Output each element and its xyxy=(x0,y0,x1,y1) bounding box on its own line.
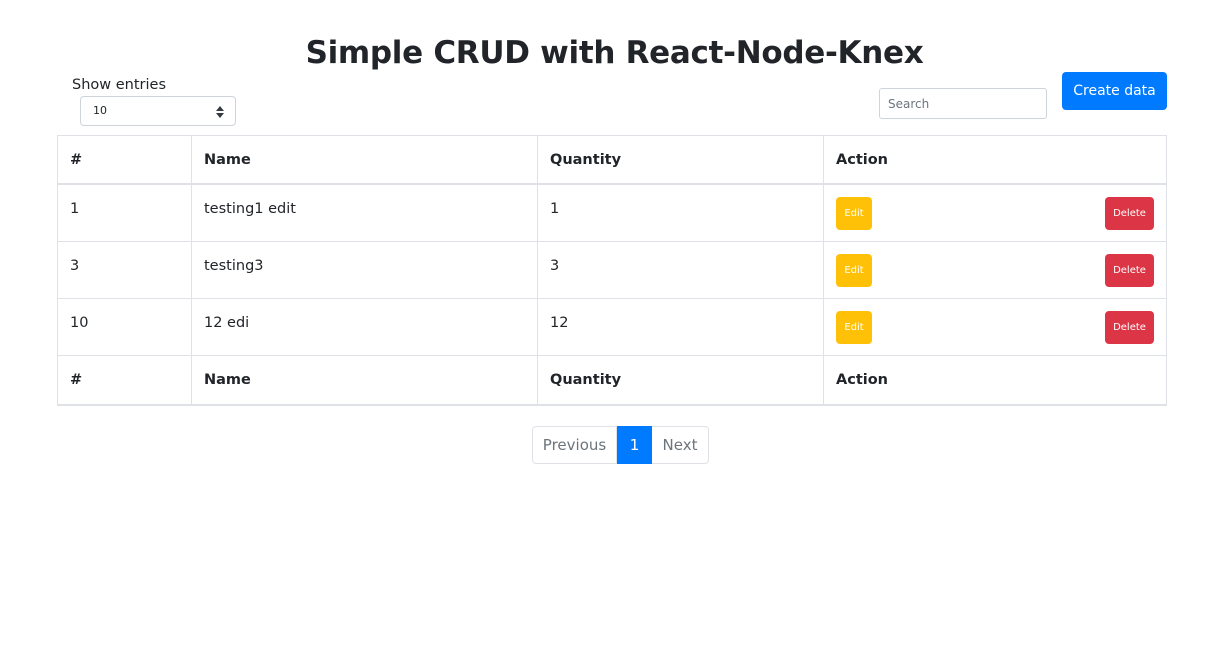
cell-quantity: 3 xyxy=(537,240,824,299)
entries-select[interactable]: 10 xyxy=(80,96,236,126)
table-header-row: # Name Quantity Action xyxy=(57,135,1167,185)
cell-name: testing3 xyxy=(191,240,538,299)
delete-button[interactable]: Delete xyxy=(1105,310,1154,344)
header-name: Name xyxy=(191,135,538,185)
cell-quantity: 12 xyxy=(537,297,824,356)
table-row: 1 testing1 edit 1 Edit Delete xyxy=(57,183,1167,242)
data-table: # Name Quantity Action 1 testing1 edit 1… xyxy=(57,135,1167,406)
delete-button[interactable]: Delete xyxy=(1105,197,1154,230)
cell-name: testing1 edit xyxy=(191,183,538,242)
page-1-button[interactable]: 1 xyxy=(617,426,652,464)
pagination: Previous 1 Next xyxy=(532,426,709,464)
footer-name: Name xyxy=(191,354,538,406)
show-entries-label: Show entries xyxy=(72,77,166,93)
sort-arrows-icon xyxy=(216,106,224,118)
previous-page-button[interactable]: Previous xyxy=(532,426,617,464)
header-action: Action xyxy=(823,135,1167,185)
table-footer-row: # Name Quantity Action xyxy=(57,354,1167,406)
cell-name: 12 edi xyxy=(191,297,538,356)
entries-select-value: 10 xyxy=(93,104,107,117)
table-row: 3 testing3 3 Edit Delete xyxy=(57,240,1167,299)
edit-button[interactable]: Edit xyxy=(836,253,872,287)
table-row: 10 12 edi 12 Edit Delete xyxy=(57,297,1167,356)
cell-action: Edit Delete xyxy=(823,183,1167,242)
footer-action: Action xyxy=(823,354,1167,406)
footer-quantity: Quantity xyxy=(537,354,824,406)
cell-quantity: 1 xyxy=(537,183,824,242)
page-title: Simple CRUD with React-Node-Knex xyxy=(305,34,924,71)
header-quantity: Quantity xyxy=(537,135,824,185)
cell-id: 1 xyxy=(57,183,192,242)
cell-id: 3 xyxy=(57,240,192,299)
next-page-button[interactable]: Next xyxy=(652,426,709,464)
delete-button[interactable]: Delete xyxy=(1105,253,1154,287)
footer-id: # xyxy=(57,354,192,406)
search-input[interactable] xyxy=(879,88,1047,119)
header-id: # xyxy=(57,135,192,185)
edit-button[interactable]: Edit xyxy=(836,197,872,230)
cell-action: Edit Delete xyxy=(823,240,1167,299)
edit-button[interactable]: Edit xyxy=(836,310,872,344)
cell-id: 10 xyxy=(57,297,192,356)
cell-action: Edit Delete xyxy=(823,297,1167,356)
create-data-button[interactable]: Create data xyxy=(1062,72,1167,110)
